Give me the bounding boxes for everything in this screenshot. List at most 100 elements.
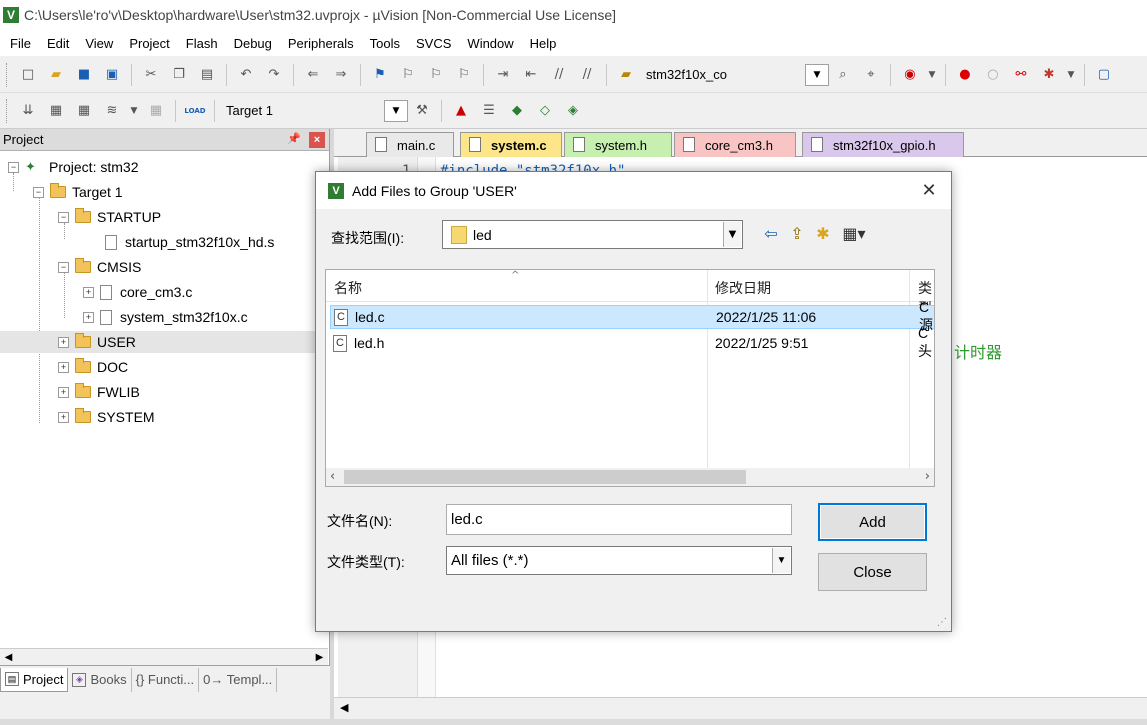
up-folder-icon[interactable]: ⇪	[786, 222, 808, 244]
manage-rte-icon[interactable]: ◆	[506, 100, 528, 122]
device-selector-dropdown[interactable]: ▼	[804, 63, 829, 86]
filetype-dropdown[interactable]: All files (*.*) ▼	[446, 546, 792, 575]
collapse-icon[interactable]: −	[58, 211, 69, 223]
tree-group-user[interactable]: + USER	[0, 331, 316, 353]
prev-bookmark-icon[interactable]: ⚐	[397, 64, 419, 86]
tab-books[interactable]: ◈ Books	[68, 667, 132, 692]
disable-breakpoint-icon[interactable]: ○	[982, 64, 1004, 86]
undo-icon[interactable]: ↶	[235, 64, 257, 86]
toolbar-grip[interactable]	[6, 98, 10, 123]
select-packs-icon[interactable]: ◇	[534, 100, 556, 122]
find-in-files-icon[interactable]: ▰	[615, 64, 637, 86]
back-arrow-icon[interactable]: ⇦	[760, 222, 782, 244]
expand-icon[interactable]: +	[58, 386, 69, 398]
save-icon[interactable]: ■	[73, 64, 95, 86]
file-list-horizontal-scrollbar[interactable]: ‹ ›	[326, 468, 934, 486]
menu-flash[interactable]: Flash	[178, 36, 226, 51]
close-button[interactable]: Close	[818, 553, 927, 591]
configure-icon[interactable]: ✱	[1038, 64, 1060, 86]
target-selector-dropdown[interactable]: ▼	[383, 99, 408, 122]
menu-peripherals[interactable]: Peripherals	[280, 36, 362, 51]
rebuild-icon[interactable]: ▦	[73, 100, 95, 122]
column-date-modified[interactable]: 修改日期	[715, 278, 771, 298]
configure-dropdown-icon[interactable]: ▼	[1066, 64, 1076, 86]
translate-icon[interactable]: ⇊	[17, 100, 39, 122]
expand-icon[interactable]: +	[83, 311, 94, 323]
collapse-icon[interactable]: −	[33, 186, 44, 198]
tab-main-c[interactable]: main.c	[366, 132, 454, 157]
collapse-icon[interactable]: −	[58, 261, 69, 273]
tree-project-root[interactable]: − ✦ Project: stm32	[8, 156, 138, 178]
bookmark-icon[interactable]: ⚑	[369, 64, 391, 86]
nav-forward-icon[interactable]: ⇒	[330, 64, 352, 86]
open-file-icon[interactable]: ▰	[45, 64, 67, 86]
expand-icon[interactable]: +	[83, 286, 94, 298]
manage-multi-project-icon[interactable]: ☰	[478, 100, 500, 122]
window-layout-icon[interactable]: ▢	[1093, 64, 1115, 86]
tree-group-doc[interactable]: + DOC	[58, 356, 128, 378]
tree-file-core-cm3[interactable]: + core_cm3.c	[83, 281, 192, 303]
toolbar-grip[interactable]	[6, 62, 10, 87]
nav-back-icon[interactable]: ⇐	[302, 64, 324, 86]
next-bookmark-icon[interactable]: ⚐	[425, 64, 447, 86]
file-row-led-h[interactable]: C led.h 2022/1/25 9:51 C 头	[330, 325, 934, 359]
scrollbar-thumb[interactable]	[344, 470, 746, 484]
menu-svcs[interactable]: SVCS	[408, 36, 459, 51]
redo-icon[interactable]: ↷	[263, 64, 285, 86]
breakpoint-icon[interactable]: ●	[954, 64, 976, 86]
tab-core-cm3-h[interactable]: core_cm3.h	[674, 132, 796, 157]
add-button[interactable]: Add	[818, 503, 927, 541]
scroll-left-icon[interactable]: ‹	[330, 469, 335, 484]
debug-dropdown-icon[interactable]: ▼	[927, 64, 937, 86]
build-icon[interactable]: ▦	[45, 100, 67, 122]
tab-system-c[interactable]: system.c	[460, 132, 562, 157]
tab-project[interactable]: ▤ Project	[0, 667, 69, 692]
batch-build-icon[interactable]: ≋	[101, 100, 123, 122]
expand-icon[interactable]: +	[58, 336, 69, 348]
cut-icon[interactable]: ✂	[140, 64, 162, 86]
menu-tools[interactable]: Tools	[362, 36, 408, 51]
collapse-icon[interactable]: −	[8, 161, 19, 173]
resize-grip-icon[interactable]: ⋰	[937, 617, 949, 629]
file-row-led-c[interactable]: C led.c 2022/1/25 11:06 C 源	[330, 299, 934, 333]
comment-icon[interactable]: //	[548, 64, 570, 86]
batch-build-dropdown-icon[interactable]: ▼	[129, 100, 139, 122]
tree-group-startup[interactable]: − STARTUP	[58, 206, 161, 228]
menu-file[interactable]: File	[2, 36, 39, 51]
copy-icon[interactable]: ❐	[168, 64, 190, 86]
find-icon[interactable]: ⌕	[832, 64, 854, 86]
tree-group-cmsis[interactable]: − CMSIS	[58, 256, 141, 278]
target-options-icon[interactable]: ⚒	[411, 100, 433, 122]
menu-debug[interactable]: Debug	[226, 36, 280, 51]
tab-stm32f10x-gpio-h[interactable]: stm32f10x_gpio.h	[802, 132, 964, 157]
paste-icon[interactable]: ▤	[196, 64, 218, 86]
new-folder-icon[interactable]: ✱	[812, 222, 834, 244]
scroll-right-icon[interactable]: ▶	[311, 649, 328, 666]
tree-group-system[interactable]: + SYSTEM	[58, 406, 155, 428]
filename-input[interactable]: led.c	[446, 504, 792, 535]
tree-group-fwlib[interactable]: + FWLIB	[58, 381, 140, 403]
project-panel-horizontal-scrollbar[interactable]: ◀ ▶	[0, 648, 328, 665]
chevron-down-icon[interactable]: ▼	[723, 222, 741, 247]
kill-breakpoints-icon[interactable]: ⚯	[1010, 64, 1032, 86]
scroll-left-icon[interactable]: ◀	[340, 701, 348, 714]
menu-window[interactable]: Window	[459, 36, 521, 51]
pin-icon[interactable]: 📌	[287, 132, 301, 145]
pack-installer-icon[interactable]: ◈	[562, 100, 584, 122]
expand-icon[interactable]: +	[58, 411, 69, 423]
scroll-right-icon[interactable]: ›	[925, 469, 930, 484]
column-name[interactable]: 名称	[334, 278, 362, 298]
close-icon[interactable]: ✕	[919, 180, 939, 201]
tab-templates[interactable]: 0→ Templ...	[199, 667, 278, 692]
menu-project[interactable]: Project	[121, 36, 177, 51]
indent-icon[interactable]: ⇥	[492, 64, 514, 86]
tree-file-system-stm32[interactable]: + system_stm32f10x.c	[83, 306, 248, 328]
expand-icon[interactable]: +	[58, 361, 69, 373]
menu-view[interactable]: View	[77, 36, 121, 51]
tree-file-startup[interactable]: startup_stm32f10x_hd.s	[105, 231, 274, 253]
stop-build-icon[interactable]: ▦	[145, 100, 167, 122]
menu-edit[interactable]: Edit	[39, 36, 77, 51]
view-menu-icon[interactable]: ▦▾	[838, 222, 870, 244]
chevron-down-icon[interactable]: ▼	[772, 548, 790, 573]
new-file-icon[interactable]: □	[17, 64, 39, 86]
